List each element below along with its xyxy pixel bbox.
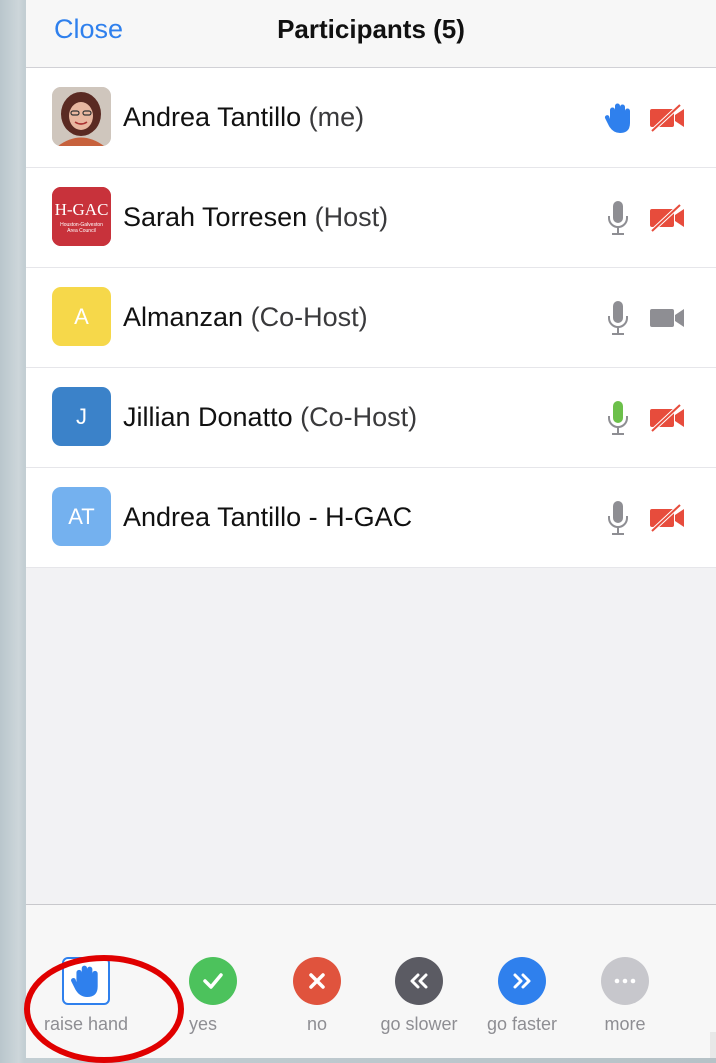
edge-divider [710,1032,716,1058]
microphone-active-icon [608,401,628,435]
participant-role: (Co-Host) [250,302,368,332]
fast-forward-icon [498,957,546,1005]
header: Close Participants (5) [26,0,716,68]
video-off-icon [650,404,684,432]
participant-name: Almanzan (Co-Host) [123,302,368,332]
participant-row[interactable]: Andrea Tantillo (me) [26,68,716,168]
participant-role: (me) [308,102,365,132]
participant-status-icons [596,298,686,338]
participant-role: (Co-Host) [300,402,418,432]
go-slower-label: go slower [380,1014,458,1034]
microphone-icon [608,501,628,535]
video-on-icon [650,309,684,327]
rewind-icon [395,957,443,1005]
participant-status-icons [596,98,686,138]
participant-role: (Host) [314,202,389,232]
avatar-initial: J [76,403,87,429]
avatar-initial: A [74,303,89,329]
profile-photo-icon [52,87,111,146]
avatar: J [52,387,111,446]
go-slower-button[interactable]: go slower [369,957,469,1035]
participant-row[interactable]: J Jillian Donatto (Co-Host) [26,368,716,468]
microphone-icon [608,301,628,335]
participant-name: Sarah Torresen (Host) [123,202,389,232]
video-off-icon [650,104,684,132]
highlight-annotation-circle [24,955,184,1063]
video-off-icon [650,504,684,532]
avatar [52,87,111,146]
check-icon [189,957,237,1005]
participants-panel: Close Participants (5) Andrea Tantillo (… [26,0,716,1058]
participant-name: Andrea Tantillo (me) [123,102,365,132]
no-button[interactable]: no [267,957,367,1035]
svg-text:Area Council: Area Council [67,228,96,234]
participant-status-icons [596,498,686,538]
video-off-icon [650,204,684,232]
participant-name: Jillian Donatto (Co-Host) [123,402,418,432]
go-faster-button[interactable]: go faster [472,957,572,1035]
participant-name: Andrea Tantillo - H-GAC [123,502,413,532]
participant-row[interactable]: A Almanzan (Co-Host) [26,268,716,368]
ellipsis-icon [601,957,649,1005]
x-icon [293,957,341,1005]
more-label: more [604,1014,646,1034]
avatar: H-GAC Houston-Galveston Area Council [52,187,111,246]
participant-row[interactable]: H-GAC Houston-Galveston Area Council Sar… [26,168,716,268]
participant-list: Andrea Tantillo (me) H-GAC Houston-Galve… [26,68,716,568]
avatar: AT [52,487,111,546]
avatar: A [52,287,111,346]
microphone-icon [608,201,628,235]
no-label: no [306,1014,328,1034]
svg-text:H-GAC: H-GAC [55,200,109,219]
avatar-initial: AT [68,503,95,529]
participant-status-icons [596,398,686,438]
more-button[interactable]: more [575,957,675,1035]
raised-hand-icon [604,103,630,133]
go-faster-label: go faster [486,1014,558,1034]
page-title: Participants (5) [277,14,465,44]
hgac-logo-icon: H-GAC Houston-Galveston Area Council [52,187,111,246]
participant-status-icons [596,198,686,238]
participant-row[interactable]: AT Andrea Tantillo - H-GAC [26,468,716,568]
